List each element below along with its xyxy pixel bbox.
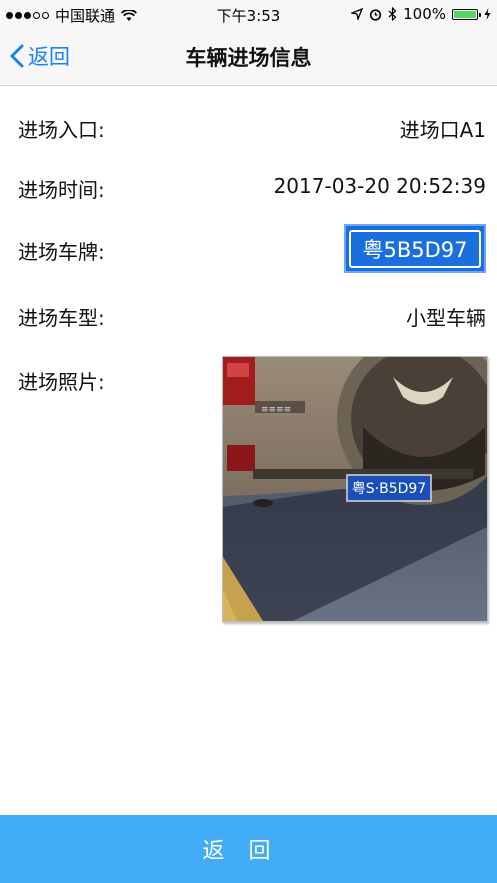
status-right: 100% xyxy=(351,5,491,23)
license-plate-label: 进场车牌: xyxy=(18,240,105,264)
entry-photo-label: 进场照片: xyxy=(18,370,105,394)
alarm-icon xyxy=(370,8,382,21)
license-plate-badge: 粤5B5D97 xyxy=(344,224,486,273)
entry-photo[interactable]: ≡≡≡≡ 粤S·B5D97 xyxy=(222,356,488,622)
vehicle-type-value: 小型车辆 xyxy=(406,306,486,330)
location-arrow-icon xyxy=(351,8,364,20)
battery-icon xyxy=(452,8,481,20)
vehicle-type-label: 进场车型: xyxy=(18,306,105,330)
status-bar: 中国联通 下午3:53 100% xyxy=(0,0,497,28)
page-title: 车辆进场信息 xyxy=(185,46,312,70)
return-button-label: 返回 xyxy=(202,839,295,864)
entry-gate-value: 进场口A1 xyxy=(399,118,486,142)
entry-gate-label: 进场入口: xyxy=(18,118,105,142)
vehicle-type-row: 进场车型: 小型车辆 xyxy=(18,294,486,334)
license-plate-row: 进场车牌: 粤5B5D97 xyxy=(18,224,486,276)
license-plate-number: 粤5B5D97 xyxy=(349,229,481,268)
nav-bar: 返回 车辆进场信息 xyxy=(0,28,497,86)
bluetooth-icon xyxy=(388,7,397,21)
entry-time-value: 2017-03-20 20:52:39 xyxy=(273,174,486,198)
entry-time-label: 进场时间: xyxy=(18,178,105,202)
charging-icon xyxy=(484,8,491,20)
entry-gate-row: 进场入口: 进场口A1 xyxy=(18,106,486,146)
photo-plate-text: 粤S·B5D97 xyxy=(352,481,426,497)
svg-text:≡≡≡≡: ≡≡≡≡ xyxy=(261,405,291,415)
battery-percent: 100% xyxy=(403,5,446,23)
vehicle-rear-photo: ≡≡≡≡ 粤S·B5D97 xyxy=(223,357,487,621)
entry-time-row: 进场时间: 2017-03-20 20:52:39 xyxy=(18,166,486,206)
return-button[interactable]: 返回 xyxy=(0,815,497,883)
